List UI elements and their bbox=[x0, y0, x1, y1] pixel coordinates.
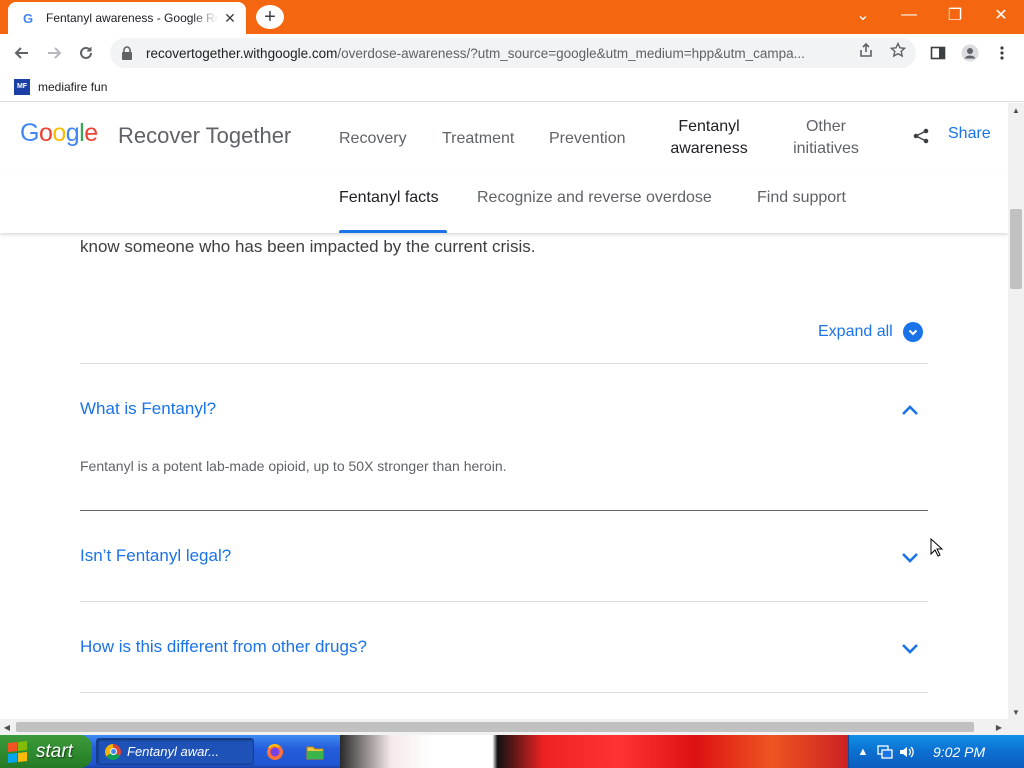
restore-window-button[interactable]: ❐ bbox=[932, 0, 978, 30]
share-icon[interactable] bbox=[912, 127, 930, 145]
subnav-recognize-reverse[interactable]: Recognize and reverse overdose bbox=[477, 189, 712, 207]
faq-divider bbox=[80, 510, 928, 511]
sub-navigation: Fentanyl facts Recognize and reverse ove… bbox=[0, 169, 1008, 233]
scroll-up-arrow-icon[interactable]: ▲ bbox=[1008, 103, 1024, 117]
scroll-left-arrow-icon[interactable]: ◀ bbox=[0, 719, 14, 735]
browser-toolbar: recovertogether.withgoogle.com/overdose-… bbox=[0, 34, 1024, 72]
chevron-down-icon[interactable] bbox=[899, 546, 921, 568]
google-logo[interactable]: Google bbox=[20, 119, 98, 148]
browser-tab-strip: G Fentanyl awareness - Google Re ✕ + ⌄ —… bbox=[0, 0, 1024, 34]
url-text[interactable]: recovertogether.withgoogle.com/overdose-… bbox=[146, 46, 852, 61]
active-subnav-indicator bbox=[339, 230, 447, 233]
new-tab-button[interactable]: + bbox=[256, 5, 284, 29]
minimize-window-button[interactable]: — bbox=[886, 0, 932, 30]
system-tray: ▲ 9:02 PM bbox=[848, 735, 1024, 768]
reload-icon[interactable] bbox=[72, 39, 100, 67]
bookmark-mediafire[interactable]: MF mediafire fun bbox=[14, 78, 107, 96]
logo-letter: e bbox=[84, 119, 98, 147]
horizontal-scroll-thumb[interactable] bbox=[16, 722, 974, 732]
logo-letter: g bbox=[65, 119, 80, 147]
windows-flag-icon bbox=[8, 740, 28, 763]
close-tab-icon[interactable]: ✕ bbox=[222, 10, 238, 26]
nav-other-line1: Other bbox=[805, 118, 846, 135]
subnav-find-support[interactable]: Find support bbox=[757, 189, 846, 207]
taskbar-window-label: Fentanyl awar... bbox=[127, 744, 220, 759]
site-header: Google Recover Together Recovery Treatme… bbox=[0, 103, 1008, 169]
nav-other-line2: initiatives bbox=[793, 140, 859, 157]
vertical-scrollbar[interactable]: ▲ ▼ bbox=[1008, 103, 1024, 719]
network-icon[interactable] bbox=[877, 744, 893, 760]
scroll-right-arrow-icon[interactable]: ▶ bbox=[992, 719, 1006, 735]
firefox-icon[interactable] bbox=[266, 743, 284, 761]
nav-fentanyl-awareness[interactable]: Fentanyl awareness bbox=[664, 116, 754, 160]
scrollbar-corner bbox=[1008, 719, 1024, 735]
logo-letter: o bbox=[38, 119, 53, 147]
file-explorer-icon[interactable] bbox=[306, 743, 324, 761]
mouse-cursor-icon bbox=[930, 537, 944, 558]
volume-icon[interactable] bbox=[899, 744, 915, 760]
nav-prevention[interactable]: Prevention bbox=[549, 128, 626, 150]
browser-tab-active[interactable]: G Fentanyl awareness - Google Re ✕ bbox=[8, 2, 246, 34]
page-viewport: Google Recover Together Recovery Treatme… bbox=[0, 103, 1008, 719]
nav-treatment[interactable]: Treatment bbox=[442, 128, 514, 150]
intro-text: know someone who has been impacted by th… bbox=[80, 237, 536, 256]
faq-question-what-is-fentanyl[interactable]: What is Fentanyl? bbox=[80, 399, 216, 419]
faq-question-different-drugs[interactable]: How is this different from other drugs? bbox=[80, 637, 367, 657]
bookmarks-bar: MF mediafire fun bbox=[0, 72, 1024, 102]
windows-taskbar: start Fentanyl awar... ▲ 9:02 PM bbox=[0, 735, 1024, 768]
profile-avatar-icon[interactable] bbox=[960, 43, 980, 63]
faq-divider bbox=[80, 363, 928, 364]
address-bar[interactable]: recovertogether.withgoogle.com/overdose-… bbox=[110, 38, 916, 68]
faq-question-fentanyl-legal[interactable]: Isn’t Fentanyl legal? bbox=[80, 546, 231, 566]
expand-all-label: Expand all bbox=[818, 323, 893, 340]
browser-menu-icon[interactable] bbox=[992, 43, 1012, 63]
nav-other-initiatives[interactable]: Other initiatives bbox=[782, 116, 870, 160]
system-clock[interactable]: 9:02 PM bbox=[933, 744, 985, 760]
chrome-icon bbox=[105, 743, 121, 760]
close-window-button[interactable]: ✕ bbox=[978, 0, 1024, 30]
scroll-down-arrow-icon[interactable]: ▼ bbox=[1008, 705, 1024, 719]
forward-arrow-icon[interactable] bbox=[40, 39, 68, 67]
url-host: recovertogether.withgoogle.com bbox=[146, 45, 338, 61]
lock-icon[interactable] bbox=[120, 46, 134, 60]
tab-search-chevron-icon[interactable]: ⌄ bbox=[840, 0, 886, 30]
bookmark-star-icon[interactable] bbox=[889, 41, 907, 59]
side-panel-icon[interactable] bbox=[928, 43, 948, 63]
mediafire-icon: MF bbox=[14, 79, 30, 95]
nav-fentanyl-line2: awareness bbox=[670, 140, 748, 157]
site-name[interactable]: Recover Together bbox=[118, 123, 291, 149]
logo-letter: o bbox=[52, 119, 66, 147]
show-hidden-icons-icon[interactable]: ▲ bbox=[855, 744, 871, 760]
faq-divider bbox=[80, 601, 928, 602]
subnav-fentanyl-facts[interactable]: Fentanyl facts bbox=[339, 189, 439, 207]
nav-fentanyl-line1: Fentanyl bbox=[678, 118, 740, 135]
logo-letter: G bbox=[20, 119, 39, 147]
url-path: /overdose-awareness/?utm_source=google&u… bbox=[337, 45, 805, 61]
start-label: start bbox=[36, 740, 73, 762]
horizontal-scrollbar[interactable]: ◀ ▶ bbox=[0, 719, 1008, 735]
nav-recovery[interactable]: Recovery bbox=[339, 128, 407, 150]
google-favicon-icon: G bbox=[22, 10, 34, 26]
share-button[interactable]: Share bbox=[948, 125, 991, 143]
share-page-icon[interactable] bbox=[857, 41, 875, 59]
bookmark-label: mediafire fun bbox=[38, 80, 108, 94]
chevron-up-icon[interactable] bbox=[899, 399, 921, 421]
vertical-scroll-thumb[interactable] bbox=[1010, 209, 1022, 289]
faq-answer-what-is-fentanyl: Fentanyl is a potent lab-made opioid, up… bbox=[80, 458, 507, 474]
back-arrow-icon[interactable] bbox=[8, 39, 36, 67]
taskbar-chrome-window[interactable]: Fentanyl awar... bbox=[96, 738, 254, 765]
faq-divider bbox=[80, 692, 928, 693]
taskbar-wallpaper-strip bbox=[340, 735, 848, 768]
chevron-down-circle-icon bbox=[902, 322, 923, 342]
start-button[interactable]: start bbox=[0, 735, 92, 768]
tab-title: Fentanyl awareness - Google Re bbox=[46, 11, 218, 25]
expand-all-button[interactable]: Expand all bbox=[818, 322, 923, 342]
chevron-down-icon[interactable] bbox=[899, 637, 921, 659]
